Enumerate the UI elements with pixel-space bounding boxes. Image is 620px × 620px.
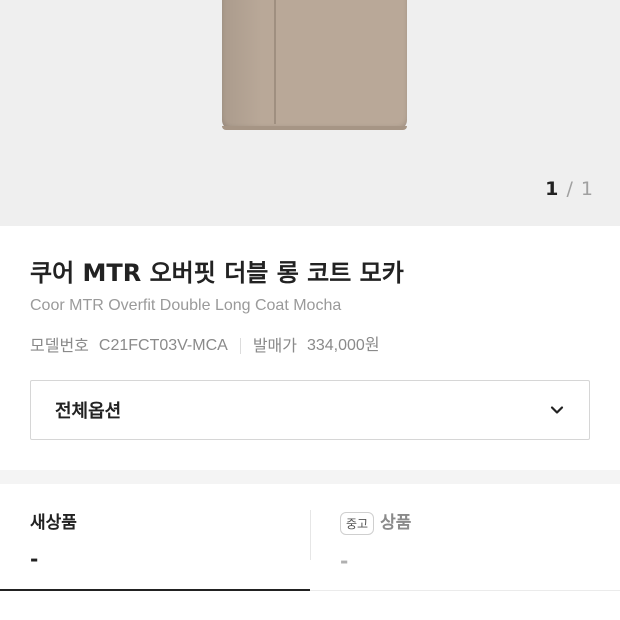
product-subtitle: Coor MTR Overfit Double Long Coat Mocha: [30, 297, 342, 314]
model-number-value: C21FCT03V-MCA: [98, 337, 228, 354]
image-counter-total: 1: [580, 178, 594, 200]
image-counter-separator: /: [566, 178, 574, 200]
used-badge: 중고: [340, 511, 375, 535]
tab-used-title-row: 중고 상품: [340, 508, 590, 535]
meta-divider: [239, 338, 241, 354]
section-gap: [0, 470, 620, 484]
tab-used-product[interactable]: 중고 상품 -: [310, 484, 620, 590]
tab-new-product[interactable]: 새상품 -: [0, 484, 310, 590]
price-tabs: 새상품 - 중고 상품 -: [0, 484, 620, 591]
active-tab-underline: [0, 589, 310, 591]
product-title: 쿠어 MTR 오버핏 더블 롱 코트 모카: [30, 259, 404, 287]
product-meta: 모델번호 C21FCT03V-MCA 발매가 334,000원: [30, 336, 590, 356]
tab-new-price: -: [30, 547, 39, 571]
product-image-coat: [222, 0, 407, 130]
product-image-area[interactable]: 1 / 1: [0, 0, 620, 226]
option-select-label: 전체옵션: [55, 401, 122, 422]
tab-new-title: 새상품: [30, 513, 77, 533]
release-price-value: 334,000원: [306, 337, 380, 354]
product-info: 쿠어 MTR 오버핏 더블 롱 코트 모카 Coor MTR Overfit D…: [0, 226, 620, 356]
image-counter-current: 1: [545, 178, 560, 200]
image-counter: 1 / 1: [545, 178, 594, 200]
chevron-down-icon: [550, 406, 564, 414]
tab-used-price: -: [340, 548, 349, 573]
release-price-label: 발매가: [252, 336, 297, 355]
tab-used-title: 상품: [380, 513, 412, 533]
option-select[interactable]: 전체옵션: [30, 380, 590, 440]
model-number-label: 모델번호: [30, 336, 89, 355]
